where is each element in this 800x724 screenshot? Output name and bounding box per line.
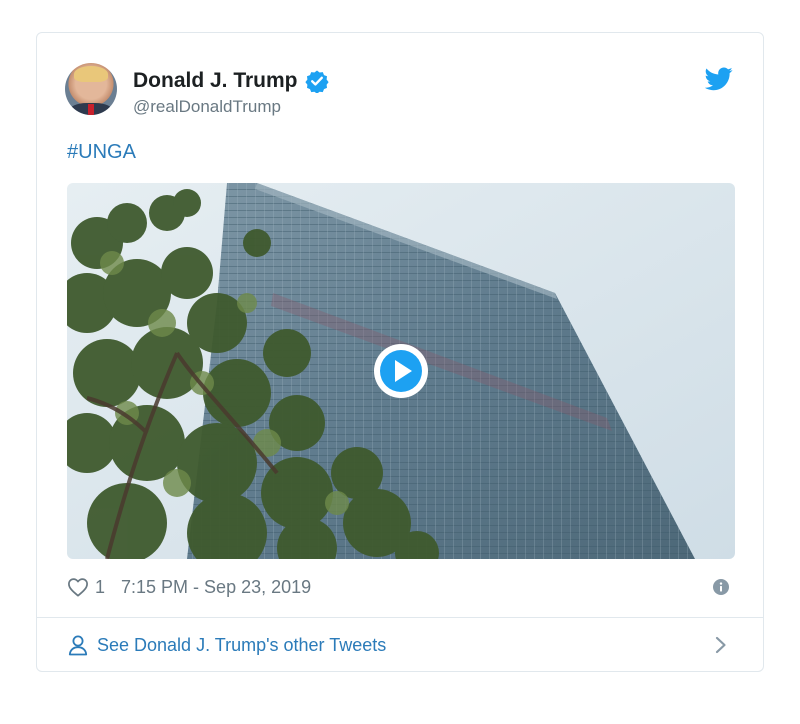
tweet-text-hashtag[interactable]: #UNGA <box>67 139 136 165</box>
embedded-tweet-card: Donald J. Trump @realDonaldTrump #UNGA 1… <box>36 32 764 672</box>
like-count[interactable]: 1 <box>95 577 105 598</box>
author-names: Donald J. Trump @realDonaldTrump <box>133 69 329 117</box>
person-icon <box>68 635 88 656</box>
info-icon[interactable] <box>713 579 729 595</box>
verified-badge-icon <box>304 70 329 93</box>
chevron-right-icon[interactable] <box>715 636 727 654</box>
avatar-tie <box>88 104 94 115</box>
author-display-name[interactable]: Donald J. Trump <box>133 69 298 93</box>
avatar-hair <box>74 66 108 82</box>
author-display-name-row[interactable]: Donald J. Trump <box>133 69 329 93</box>
footer-divider <box>37 617 763 618</box>
author-handle[interactable]: @realDonaldTrump <box>133 97 329 117</box>
heart-icon[interactable] <box>67 577 89 597</box>
tweet-header: Donald J. Trump @realDonaldTrump <box>65 63 735 119</box>
see-other-tweets-link[interactable]: See Donald J. Trump's other Tweets <box>97 635 386 656</box>
tweet-timestamp[interactable]: 7:15 PM - Sep 23, 2019 <box>121 577 311 598</box>
tweet-video[interactable] <box>67 183 735 559</box>
twitter-bird-icon[interactable] <box>705 67 733 91</box>
tweet-meta: 1 7:15 PM - Sep 23, 2019 <box>67 573 733 601</box>
tweet-footer[interactable]: See Donald J. Trump's other Tweets <box>67 629 733 661</box>
play-icon[interactable] <box>372 342 430 400</box>
avatar[interactable] <box>65 63 117 115</box>
